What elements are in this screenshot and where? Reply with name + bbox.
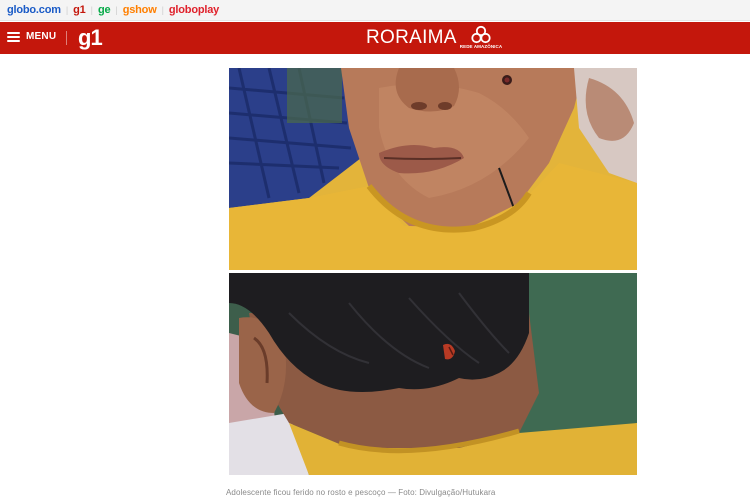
globoplay-link[interactable]: globoplay bbox=[169, 4, 219, 16]
separator: | bbox=[115, 5, 118, 15]
menu-label: MENU bbox=[26, 31, 57, 42]
separator: | bbox=[90, 5, 93, 15]
photo-caption: Adolescente ficou ferido no rosto e pesc… bbox=[226, 488, 496, 497]
article-photo-face bbox=[229, 68, 637, 270]
separator: | bbox=[65, 5, 69, 15]
gshow-link[interactable]: gshow bbox=[123, 4, 157, 16]
hamburger-icon bbox=[7, 31, 20, 42]
ge-link[interactable]: ge bbox=[98, 4, 111, 16]
globo-com-link[interactable]: globo.com bbox=[7, 4, 61, 16]
separator: | bbox=[161, 5, 164, 15]
site-header: MENU g1 RORAIMA REDE AMAZÔNICA bbox=[0, 22, 750, 54]
article-photo-neck bbox=[229, 273, 637, 475]
rede-amazonica-label: REDE AMAZÔNICA bbox=[459, 44, 503, 49]
g1-logo[interactable]: g1 bbox=[78, 25, 103, 51]
g1-link[interactable]: g1 bbox=[73, 4, 86, 16]
globo-top-strip: globo.com | g1 | ge | gshow | globoplay bbox=[0, 0, 750, 21]
region-title[interactable]: RORAIMA bbox=[366, 27, 457, 49]
menu-button[interactable]: MENU bbox=[7, 31, 56, 42]
header-divider bbox=[66, 31, 67, 45]
